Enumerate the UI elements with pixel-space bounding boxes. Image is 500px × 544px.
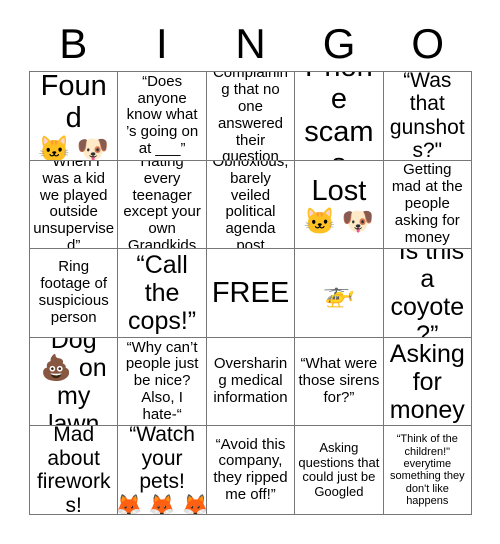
fox-emoji: 🦊 xyxy=(118,494,142,514)
bingo-cell-text: Phone scams xyxy=(304,72,374,160)
bingo-cell-o3[interactable]: “Is this a coyote?” xyxy=(383,249,472,338)
bingo-cell-text: “Call the cops!” xyxy=(128,251,197,335)
dog-face-emoji: 🐶 xyxy=(76,133,110,161)
bingo-cell-o4[interactable]: Asking for money xyxy=(383,337,472,427)
cat-face-emoji: 🐱 xyxy=(38,133,71,161)
bingo-cell-text: Hating every teenager except your own Gr… xyxy=(123,160,201,250)
bingo-cell-g1[interactable]: Phone scams xyxy=(295,72,384,161)
bingo-cell-text: “Avoid this company, they ripped me off!… xyxy=(213,435,288,503)
bingo-cell-n5[interactable]: “Avoid this company, they ripped me off!… xyxy=(206,426,296,515)
dog-face-emoji: 🐶 xyxy=(341,206,375,237)
bingo-header-letter-o: O xyxy=(411,20,445,67)
bingo-cell-b1[interactable]: Found 🐱 🐶 xyxy=(30,72,119,161)
bingo-cell-text: Mad about fireworks! xyxy=(36,426,111,515)
bingo-header-letter-b: B xyxy=(59,20,88,67)
bingo-cell-text: Obnoxious, barely veiled political agend… xyxy=(212,160,289,250)
bingo-cell-text: “Watch your pets! xyxy=(129,426,195,494)
bingo-cell-i5[interactable]: “Watch your pets!🦊🦊🦊 xyxy=(118,426,207,515)
bingo-cell-i1[interactable]: “Does anyone know what ’s going on at __… xyxy=(118,72,207,161)
bingo-header-letter-i: I xyxy=(156,20,168,67)
bingo-cell-emoji-row: 🚁 xyxy=(323,280,355,306)
bingo-cell-text: Asking for money xyxy=(389,339,465,424)
bingo-cell-g5[interactable]: Asking questions that could just be Goog… xyxy=(295,426,384,515)
bingo-header-letter-g: G xyxy=(322,20,356,67)
bingo-cell-b2[interactable]: “When I was a kid we played outside unsu… xyxy=(30,160,119,250)
bingo-grid: Found 🐱 🐶 “Does anyone know what ’s going o… xyxy=(29,71,472,515)
bingo-cell-n1[interactable]: Complaining that no one answered their q… xyxy=(206,72,296,161)
bingo-cell-text: “What were those sirens for?” xyxy=(298,355,380,406)
bingo-cell-text: Found xyxy=(40,72,107,135)
bingo-cell-text: “Was that gunshots?" xyxy=(389,72,465,161)
bingo-cell-emoji-row: 🐱 🐶 xyxy=(38,133,110,161)
bingo-cell-o2[interactable]: Getting mad at the people asking for mon… xyxy=(383,160,472,250)
bingo-cell-text: Lost xyxy=(311,174,367,207)
bingo-cell-b3[interactable]: Ring footage of suspicious person xyxy=(30,249,119,338)
bingo-cell-n4[interactable]: Oversharing medical information xyxy=(206,337,296,427)
bingo-header-letter-n: N xyxy=(235,20,266,67)
bingo-cell-text: Ring footage of suspicious person xyxy=(38,258,109,326)
bingo-cell-i2[interactable]: Hating every teenager except your own Gr… xyxy=(118,160,207,250)
bingo-cell-g2[interactable]: Lost 🐱 🐶 xyxy=(295,160,384,250)
bingo-cell-text: “Think of the children!" everytime somet… xyxy=(389,433,465,507)
bingo-card: B I N G O Found 🐱 🐶 “Does anyone know what … xyxy=(0,0,500,544)
bingo-cell-g3[interactable]: 🚁 xyxy=(295,249,384,338)
fox-emoji: 🦊 xyxy=(148,492,176,515)
bingo-cell-text: Oversharing medical information xyxy=(213,355,288,406)
bingo-cell-text: Getting mad at the people asking for mon… xyxy=(391,161,463,246)
bingo-cell-n3[interactable]: FREE xyxy=(206,249,296,338)
bingo-cell-o1[interactable]: “Was that gunshots?" xyxy=(383,72,472,161)
bingo-cell-text: FREE xyxy=(211,276,290,309)
bingo-cell-text: “Does anyone know what ’s going on at __… xyxy=(125,72,199,157)
bingo-cell-text: Complaining that no one answered their q… xyxy=(212,72,289,161)
bingo-cell-b4[interactable]: Dog 💩 on my lawn xyxy=(30,337,119,427)
bingo-cell-text: “When I was a kid we played outside unsu… xyxy=(33,160,115,250)
bingo-cell-i4[interactable]: “Why can’t people just be nice? Also, I … xyxy=(118,337,207,427)
bingo-cell-o5[interactable]: “Think of the children!" everytime somet… xyxy=(383,426,472,515)
helicopter-emoji: 🚁 xyxy=(322,278,356,309)
bingo-cell-g4[interactable]: “What were those sirens for?” xyxy=(295,337,384,427)
bingo-cell-text: “Why can’t people just be nice? Also, I … xyxy=(125,338,199,423)
bingo-cell-i3[interactable]: “Call the cops!” xyxy=(118,249,207,338)
bingo-cell-text: Asking questions that could just be Goog… xyxy=(298,440,380,499)
bingo-cell-b5[interactable]: Mad about fireworks! xyxy=(30,426,119,515)
bingo-cell-n2[interactable]: Obnoxious, barely veiled political agend… xyxy=(206,160,296,250)
bingo-header-row: B I N G O xyxy=(29,18,472,70)
cat-face-emoji: 🐱 xyxy=(303,206,336,237)
bingo-cell-text: “Is this a coyote?” xyxy=(390,249,465,338)
fox-emoji: 🦊 xyxy=(181,492,207,515)
bingo-cell-emoji-row: 🦊🦊🦊 xyxy=(118,492,207,515)
bingo-cell-text: Dog 💩 on my lawn xyxy=(40,337,107,427)
bingo-cell-emoji-row: 🐱 🐶 xyxy=(304,208,375,234)
